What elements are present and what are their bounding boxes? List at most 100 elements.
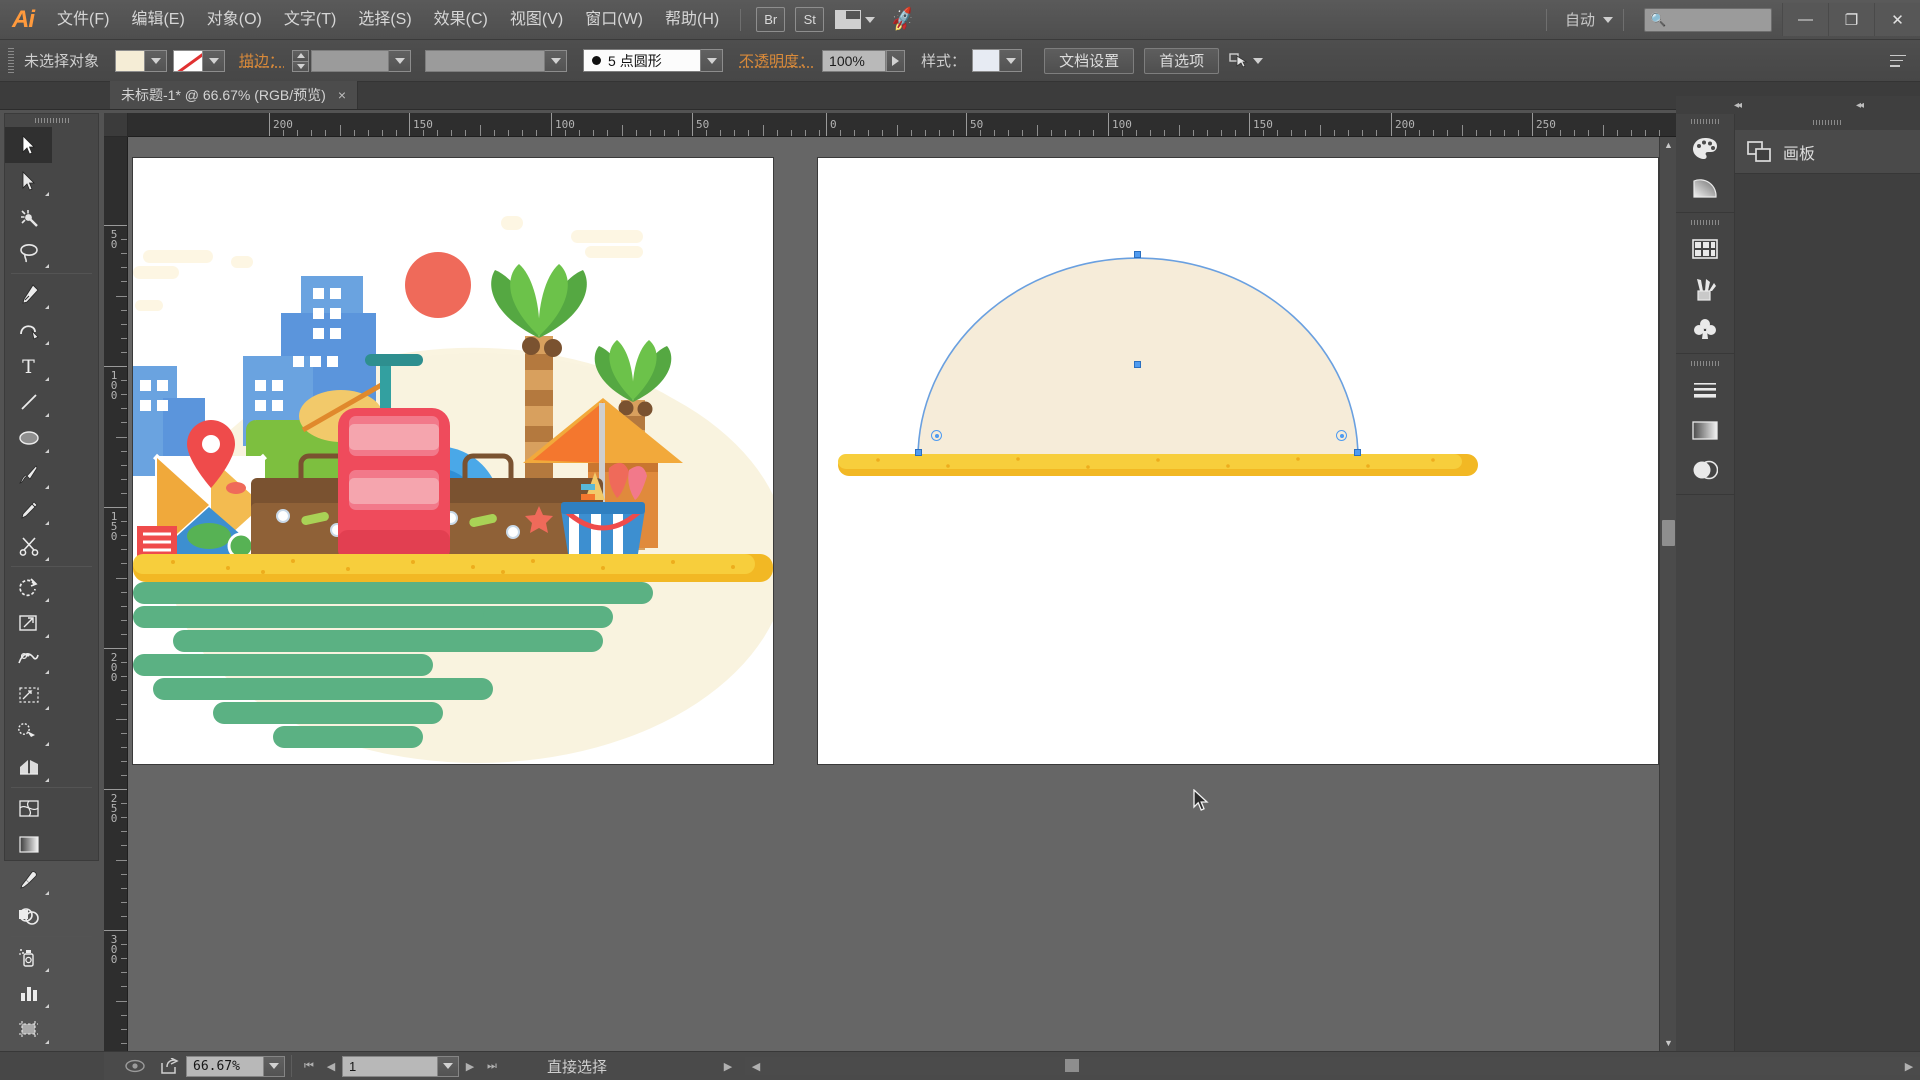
- minimize-button[interactable]: —: [1782, 3, 1828, 36]
- pencil-tool[interactable]: [5, 492, 52, 528]
- anchor-point-bottom-right[interactable]: [1354, 449, 1361, 456]
- prev-artboard-button[interactable]: ◀: [320, 1056, 342, 1077]
- collapse-panel-button[interactable]: ◂◂: [1798, 96, 1920, 114]
- zoom-level-dropdown[interactable]: [264, 1055, 285, 1077]
- zoom-level-field[interactable]: 66.67%: [186, 1055, 264, 1077]
- artboard-tool[interactable]: [5, 1011, 52, 1047]
- swatches-panel-icon[interactable]: [1676, 229, 1734, 269]
- scroll-up-arrow[interactable]: ▲: [1660, 137, 1676, 153]
- anchor-handle-right[interactable]: [1336, 430, 1347, 441]
- collapse-rail-button[interactable]: ◂◂: [1676, 96, 1798, 114]
- canvas-vertical-scrollbar[interactable]: ▲ ▼: [1659, 137, 1676, 1051]
- brush-definition-dropdown[interactable]: [701, 49, 724, 72]
- variable-width-field[interactable]: [425, 49, 546, 72]
- lasso-tool[interactable]: [5, 235, 52, 271]
- menu-object[interactable]: 对象(O): [196, 0, 273, 40]
- paintbrush-tool[interactable]: [5, 456, 52, 492]
- opacity-popup-button[interactable]: [886, 49, 906, 72]
- symbol-sprayer-tool[interactable]: [5, 939, 52, 975]
- gradient-tool[interactable]: [5, 826, 52, 862]
- type-tool[interactable]: T: [5, 348, 52, 384]
- variable-width-dropdown[interactable]: [545, 49, 568, 72]
- curvature-tool[interactable]: [5, 312, 52, 348]
- shape-builder-tool[interactable]: [5, 713, 52, 749]
- anchor-point-bottom-left[interactable]: [915, 449, 922, 456]
- graphic-style-swatch[interactable]: [972, 49, 1001, 72]
- menu-file[interactable]: 文件(F): [46, 0, 120, 40]
- fill-dropdown-button[interactable]: [145, 49, 168, 72]
- preferences-button[interactable]: 首选项: [1144, 47, 1220, 74]
- workspace-label[interactable]: 自动: [1557, 9, 1603, 30]
- ellipse-tool[interactable]: [5, 420, 52, 456]
- document-tab[interactable]: 未标题-1* @ 66.67% (RGB/预览) ×: [110, 81, 358, 109]
- scroll-down-arrow[interactable]: ▼: [1660, 1035, 1676, 1051]
- stock-button[interactable]: St: [795, 7, 825, 32]
- control-bar-menu[interactable]: [1890, 54, 1920, 67]
- scroll-left-arrow[interactable]: ◀: [745, 1057, 767, 1075]
- anchor-point-center[interactable]: [1134, 361, 1141, 368]
- line-segment-tool[interactable]: [5, 384, 52, 420]
- rail-grip[interactable]: [1676, 215, 1734, 229]
- artboard-number-field[interactable]: 1: [342, 1055, 438, 1077]
- stroke-swatch-group[interactable]: [173, 49, 226, 72]
- menu-select[interactable]: 选择(S): [347, 0, 422, 40]
- rotate-tool[interactable]: [5, 569, 52, 605]
- graphic-style-dropdown[interactable]: [1000, 49, 1023, 72]
- artboard-2[interactable]: [818, 158, 1658, 764]
- scale-tool[interactable]: [5, 605, 52, 641]
- transparency-panel-icon[interactable]: [1676, 450, 1734, 490]
- close-button[interactable]: ✕: [1874, 3, 1920, 36]
- share-icon[interactable]: [152, 1054, 186, 1078]
- hscrollbar-thumb[interactable]: [1065, 1059, 1080, 1072]
- stroke-color-swatch[interactable]: [173, 49, 204, 72]
- stroke-weight-field[interactable]: [311, 49, 390, 72]
- control-bar-grip[interactable]: [8, 47, 14, 74]
- brush-definition-box[interactable]: 5 点圆形: [583, 49, 702, 72]
- workspace-chevron-down-icon[interactable]: [1603, 16, 1613, 23]
- horizontal-ruler[interactable]: 200 150 100 50 0 50 100 150 200 250: [128, 113, 1676, 137]
- preview-mode-icon[interactable]: [118, 1054, 152, 1078]
- column-graph-tool[interactable]: [5, 975, 52, 1011]
- anchor-handle-left[interactable]: [931, 430, 942, 441]
- artboard-1[interactable]: [133, 158, 773, 764]
- magic-wand-tool[interactable]: [5, 199, 52, 235]
- scissors-tool[interactable]: [5, 528, 52, 564]
- arrange-documents-button[interactable]: [835, 7, 876, 32]
- canvas-horizontal-scrollbar[interactable]: ◀ ▶: [745, 1057, 1920, 1075]
- tools-panel-grip[interactable]: [5, 114, 98, 127]
- menu-view[interactable]: 视图(V): [499, 0, 574, 40]
- menu-effect[interactable]: 效果(C): [423, 0, 499, 40]
- stroke-weight-dropdown[interactable]: [389, 49, 412, 72]
- fill-color-swatch[interactable]: [115, 49, 146, 72]
- menu-edit[interactable]: 编辑(E): [120, 0, 195, 40]
- status-expand-button[interactable]: ▶: [717, 1056, 739, 1077]
- search-box[interactable]: 🔍: [1644, 7, 1826, 32]
- color-panel-icon[interactable]: [1676, 128, 1734, 168]
- document-setup-button[interactable]: 文档设置: [1044, 47, 1135, 74]
- vertical-ruler[interactable]: 50 100 150 200 250 300: [104, 137, 128, 1051]
- rail-grip[interactable]: [1676, 356, 1734, 370]
- brushes-panel-icon[interactable]: [1676, 269, 1734, 309]
- mesh-tool[interactable]: [5, 790, 52, 826]
- stroke-panel-icon[interactable]: [1676, 370, 1734, 410]
- next-artboard-button[interactable]: ▶: [459, 1056, 481, 1077]
- panel-menu-icon[interactable]: [1890, 54, 1906, 67]
- gradient-panel-icon[interactable]: [1676, 410, 1734, 450]
- symbols-panel-icon[interactable]: [1676, 309, 1734, 349]
- stepper-up[interactable]: [292, 49, 310, 61]
- last-artboard-button[interactable]: ⏭: [481, 1056, 503, 1077]
- scrollbar-thumb[interactable]: [1662, 520, 1675, 546]
- pen-tool[interactable]: [5, 276, 52, 312]
- free-transform-tool[interactable]: [5, 677, 52, 713]
- first-artboard-button[interactable]: ⏮: [298, 1056, 320, 1077]
- canvas-area[interactable]: ▲ ▼: [128, 137, 1676, 1051]
- rail-grip[interactable]: [1676, 114, 1734, 128]
- opacity-field[interactable]: 100%: [822, 49, 887, 72]
- select-similar-button[interactable]: [1229, 52, 1264, 69]
- anchor-point-top[interactable]: [1134, 251, 1141, 258]
- width-tool[interactable]: [5, 641, 52, 677]
- direct-selection-tool[interactable]: [5, 163, 52, 199]
- stroke-dropdown-button[interactable]: [203, 49, 226, 72]
- current-tool-status[interactable]: 直接选择: [547, 1056, 607, 1077]
- close-icon[interactable]: ×: [338, 87, 346, 103]
